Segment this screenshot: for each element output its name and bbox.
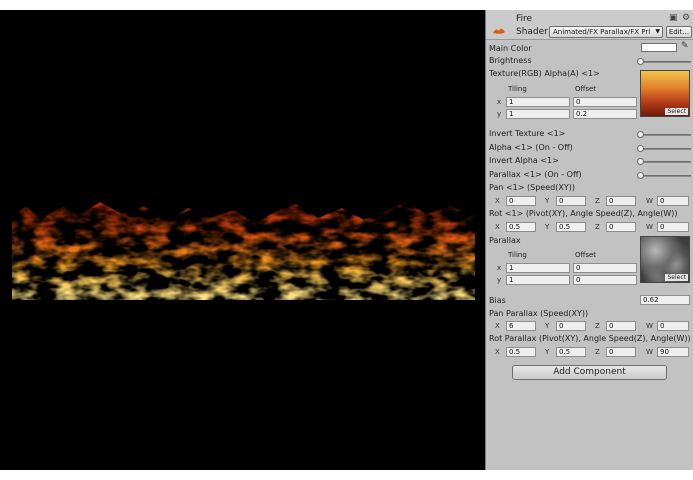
parallax-texture-select-button[interactable]: Select xyxy=(665,274,688,281)
pan-parallax-z-field[interactable]: 0 xyxy=(606,321,636,331)
invert-alpha-slider-knob[interactable] xyxy=(637,158,644,165)
rot-y-field[interactable]: 0.5 xyxy=(556,222,586,232)
rot-parallax-w-axis-label: W xyxy=(646,348,653,356)
pan-z-field[interactable]: 0 xyxy=(606,196,636,206)
rot-parallax-y-field[interactable]: 0.5 xyxy=(556,347,586,357)
alpha-slider[interactable] xyxy=(641,148,691,150)
fire-material-icon xyxy=(493,28,505,34)
pan-parallax-y-axis-label: Y xyxy=(545,322,550,330)
texture-tiling-label: Tiling xyxy=(508,85,527,93)
rot-w-field[interactable]: 0 xyxy=(657,222,689,232)
alpha-label: Alpha <1> (On - Off) xyxy=(489,143,573,152)
rot-parallax-z-field[interactable]: 0 xyxy=(606,347,636,357)
main-texture-slot[interactable]: Select xyxy=(640,70,690,117)
parallax-tiling-y-field[interactable]: 1 xyxy=(506,275,570,285)
rot-z-field[interactable]: 0 xyxy=(606,222,636,232)
parallax-y-label: y xyxy=(497,276,502,284)
pan-y-axis-label: Y xyxy=(545,197,550,205)
brightness-slider[interactable] xyxy=(641,61,691,63)
parallax-offset-y-field[interactable]: 0 xyxy=(573,275,637,285)
settings-gear-icon[interactable]: ⚙ xyxy=(682,13,690,23)
help-icon[interactable]: ▣ xyxy=(669,13,678,23)
rot-parallax-y-axis-label: Y xyxy=(545,348,550,356)
parallax-offset-x-field[interactable]: 0 xyxy=(573,263,637,273)
pan-w-field[interactable]: 0 xyxy=(657,196,689,206)
rot-parallax-w-field[interactable]: 90 xyxy=(657,347,689,357)
texture-offset-y-field[interactable]: 0.2 xyxy=(573,109,637,119)
texture-offset-x-field[interactable]: 0 xyxy=(573,97,637,107)
shader-dropdown[interactable]: Animated/FX Parallax/FX Prl ▼ xyxy=(549,26,663,38)
parallax-texture-slot[interactable]: Select xyxy=(640,236,690,283)
rot-parallax-label: Rot Parallax (Pivot(XY), Angle Speed(Z),… xyxy=(489,334,691,343)
shader-label: Shader xyxy=(516,27,548,37)
pan-parallax-z-axis-label: Z xyxy=(595,322,600,330)
pan-y-field[interactable]: 0 xyxy=(556,196,586,206)
material-name: Fire xyxy=(516,14,533,24)
pan-parallax-label: Pan Parallax (Speed(XY)) xyxy=(489,309,589,318)
parallax-tiling-x-field[interactable]: 1 xyxy=(506,263,570,273)
eyedropper-icon[interactable]: ✎ xyxy=(681,41,689,51)
rot-parallax-x-field[interactable]: 0.5 xyxy=(506,347,536,357)
pan-parallax-x-axis-label: X xyxy=(495,322,500,330)
parallax-tiling-label: Tiling xyxy=(508,251,527,259)
texture-y-label: y xyxy=(497,110,502,118)
pan-parallax-w-field[interactable]: 0 xyxy=(657,321,689,331)
texture-tiling-y-field[interactable]: 1 xyxy=(506,109,570,119)
parallax-offset-label: Offset xyxy=(575,251,597,259)
texture-offset-label: Offset xyxy=(575,85,597,93)
rot-parallax-x-axis-label: X xyxy=(495,348,500,356)
alpha-slider-knob[interactable] xyxy=(637,145,644,152)
add-component-button[interactable]: Add Component xyxy=(512,365,667,380)
main-color-label: Main Color xyxy=(489,44,532,53)
invert-texture-label: Invert Texture <1> xyxy=(489,129,566,138)
shader-dropdown-value: Animated/FX Parallax/FX Prl xyxy=(553,28,651,36)
edit-shader-button[interactable]: Edit... xyxy=(666,26,692,38)
pan-z-axis-label: Z xyxy=(595,197,600,205)
rot-label: Rot <1> (Pivot(XY), Angle Speed(Z), Angl… xyxy=(489,209,678,218)
rot-parallax-z-axis-label: Z xyxy=(595,348,600,356)
parallax-toggle-slider[interactable] xyxy=(641,175,691,177)
invert-alpha-slider[interactable] xyxy=(641,161,691,163)
texture-x-label: x xyxy=(497,98,502,106)
invert-texture-slider-knob[interactable] xyxy=(637,131,644,138)
material-inspector: Fire ▣ ⚙ Shader Animated/FX Parallax/FX … xyxy=(485,10,693,470)
pan-label: Pan <1> (Speed(XY)) xyxy=(489,183,575,192)
scene-viewport[interactable] xyxy=(0,10,485,470)
pan-x-field[interactable]: 0 xyxy=(506,196,536,206)
texture-tiling-x-field[interactable]: 1 xyxy=(506,97,570,107)
pan-w-axis-label: W xyxy=(646,197,653,205)
pan-parallax-w-axis-label: W xyxy=(646,322,653,330)
parallax-label: Parallax xyxy=(489,236,521,245)
rot-x-axis-label: X xyxy=(495,223,500,231)
rot-x-field[interactable]: 0.5 xyxy=(506,222,536,232)
brightness-label: Brightness xyxy=(489,56,532,65)
fire-effect-preview xyxy=(12,202,475,300)
texture-label: Texture(RGB) Alpha(A) <1> xyxy=(489,69,600,78)
brightness-slider-knob[interactable] xyxy=(637,58,644,65)
pan-parallax-y-field[interactable]: 0 xyxy=(556,321,586,331)
invert-alpha-label: Invert Alpha <1> xyxy=(489,156,559,165)
bias-label: Bias xyxy=(489,296,506,305)
invert-texture-slider[interactable] xyxy=(641,134,691,136)
chevron-down-icon: ▼ xyxy=(655,28,660,35)
parallax-x-label: x xyxy=(497,264,502,272)
main-texture-select-button[interactable]: Select xyxy=(665,108,688,115)
material-header: Fire ▣ ⚙ Shader Animated/FX Parallax/FX … xyxy=(486,10,693,40)
rot-y-axis-label: Y xyxy=(545,223,550,231)
pan-x-axis-label: X xyxy=(495,197,500,205)
bias-field[interactable]: 0.62 xyxy=(640,295,690,305)
main-color-swatch[interactable] xyxy=(641,43,677,52)
parallax-toggle-label: Parallax <1> (On - Off) xyxy=(489,170,582,179)
parallax-toggle-slider-knob[interactable] xyxy=(637,172,644,179)
rot-w-axis-label: W xyxy=(646,223,653,231)
rot-z-axis-label: Z xyxy=(595,223,600,231)
pan-parallax-x-field[interactable]: 6 xyxy=(506,321,536,331)
